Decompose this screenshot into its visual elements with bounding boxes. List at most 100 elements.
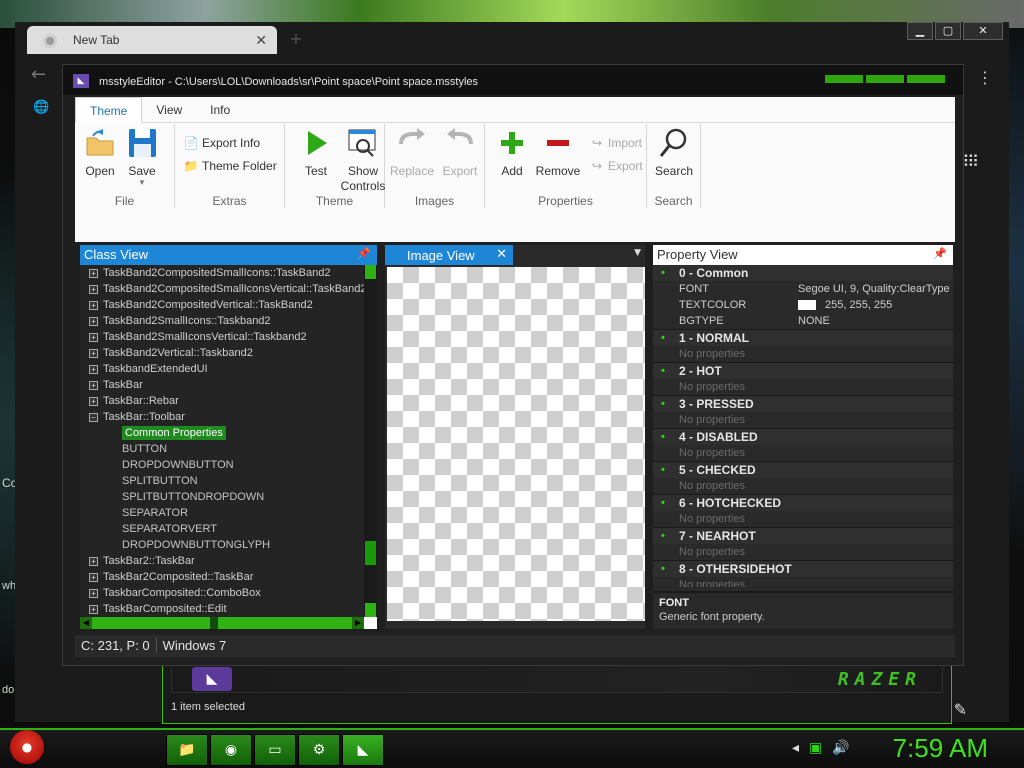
tree-node[interactable]: + TaskBand2Vertical::Taskband2 xyxy=(80,345,364,361)
chrome-icon[interactable]: ◉ xyxy=(210,734,252,766)
browser-menu-icon[interactable]: ⋮ xyxy=(977,68,993,87)
pin-icon[interactable]: 📌 xyxy=(933,247,947,260)
tree-node[interactable]: + TaskBar2Composited::TaskBar xyxy=(80,569,364,585)
volume-icon[interactable]: 🔊 xyxy=(832,740,849,756)
show-controls-button[interactable]: Show Controls xyxy=(335,126,391,194)
image-view-tab[interactable]: Image View ✕ xyxy=(385,245,513,265)
tab-info[interactable]: Info xyxy=(196,97,244,123)
tree-child-node[interactable]: SEPARATORVERT xyxy=(80,521,364,537)
property-group-title[interactable]: • 0 - Common xyxy=(653,265,953,281)
property-row-font[interactable]: FONT Segoe UI, 9, Quality:ClearType xyxy=(653,281,953,297)
tab-view[interactable]: View xyxy=(142,97,196,123)
close-button[interactable] xyxy=(907,75,945,83)
chevron-down-icon[interactable]: ▼ xyxy=(634,248,641,258)
pin-icon[interactable]: 📌 xyxy=(357,247,371,260)
property-row-textcolor[interactable]: TEXTCOLOR 255, 255, 255 xyxy=(653,297,953,313)
new-tab-button[interactable]: + xyxy=(285,30,307,48)
tray-expand-icon[interactable]: ◂ xyxy=(792,740,799,756)
scroll-right-arrow[interactable]: ▶ xyxy=(352,617,364,629)
expand-icon[interactable]: + xyxy=(89,268,98,278)
tree-node[interactable]: + TaskbarComposited::ComboBox xyxy=(80,585,364,601)
tree-node[interactable]: + TaskBar xyxy=(80,377,364,393)
expand-icon[interactable]: + xyxy=(89,604,98,614)
export-property-button[interactable]: ↪ Export xyxy=(589,159,643,173)
expand-icon[interactable]: + xyxy=(89,348,98,358)
scroll-down-arrow[interactable] xyxy=(365,603,376,617)
export-image-button[interactable]: Export xyxy=(435,126,485,179)
search-button[interactable]: Search xyxy=(649,126,699,179)
tree-node[interactable]: + TaskBar::Rebar xyxy=(80,393,364,409)
tree-node[interactable]: + TaskBand2CompositedSmallIconsVertical::… xyxy=(80,281,364,297)
tree-node[interactable]: + TaskBand2CompositedVertical::TaskBand2 xyxy=(80,297,364,313)
expand-icon[interactable]: + xyxy=(89,588,98,598)
minimize-button[interactable] xyxy=(825,75,863,83)
expand-icon[interactable]: + xyxy=(89,284,98,294)
property-group-title[interactable]: • 2 - HOT xyxy=(653,363,953,379)
property-group-title[interactable]: • 3 - PRESSED xyxy=(653,396,953,412)
import-property-button[interactable]: ↪ Import xyxy=(589,136,642,150)
tree-child-node[interactable]: SPLITBUTTON xyxy=(80,473,364,489)
tree-child-node[interactable]: BUTTON xyxy=(80,441,364,457)
remove-property-button[interactable]: Remove xyxy=(531,126,585,179)
expand-icon[interactable]: + xyxy=(89,396,98,406)
app-titlebar[interactable]: ◣ msstyleEditor - C:\Users\LOL\Downloads… xyxy=(63,65,963,95)
scroll-left-arrow[interactable]: ◀ xyxy=(80,617,92,629)
property-group-title[interactable]: • 8 - OTHERSIDEHOT xyxy=(653,561,953,577)
expand-icon[interactable]: + xyxy=(89,300,98,310)
expand-icon[interactable]: + xyxy=(89,380,98,390)
tree-child-node[interactable]: DROPDOWNBUTTONGLYPH xyxy=(80,537,364,553)
expand-icon[interactable]: + xyxy=(89,316,98,326)
property-group-title[interactable]: • 4 - DISABLED xyxy=(653,429,953,445)
system-tool-icon[interactable]: ⚙ xyxy=(298,734,340,766)
scroll-up-arrow[interactable] xyxy=(365,265,376,279)
start-button[interactable]: ● xyxy=(10,730,44,764)
command-prompt-icon[interactable]: ▭ xyxy=(254,734,296,766)
chevron-down-icon[interactable]: ▼ xyxy=(117,179,167,187)
class-tree[interactable]: + TaskBand2CompositedSmallIcons::TaskBand… xyxy=(80,265,364,617)
close-icon[interactable]: ✕ xyxy=(496,246,507,262)
minimize-button[interactable]: ▁ xyxy=(907,22,933,40)
property-row-bgtype[interactable]: BGTYPE NONE xyxy=(653,313,953,329)
taskbar-clock[interactable]: 7:59 AM xyxy=(893,733,988,764)
property-group-title[interactable]: • 5 - CHECKED xyxy=(653,462,953,478)
scrollbar-thumb-h[interactable] xyxy=(210,617,218,629)
network-icon[interactable]: ▣ xyxy=(809,740,822,756)
tab-theme[interactable]: Theme xyxy=(75,97,143,123)
expand-icon[interactable]: + xyxy=(89,332,98,342)
msstyleeditor-file-icon[interactable]: ◣ xyxy=(192,667,232,691)
horizontal-scrollbar[interactable]: ◀ ▶ xyxy=(80,617,364,629)
tree-node[interactable]: + TaskBar2::TaskBar xyxy=(80,553,364,569)
pencil-icon[interactable]: ✎ xyxy=(954,700,967,719)
tree-node[interactable]: + TaskBand2SmallIconsVertical::Taskband2 xyxy=(80,329,364,345)
msstyleeditor-taskbar-icon[interactable]: ◣ xyxy=(342,734,384,766)
expand-icon[interactable]: + xyxy=(89,556,98,566)
tab-close-icon[interactable]: ✕ xyxy=(255,32,267,49)
back-arrow-icon[interactable]: ← xyxy=(31,64,46,85)
tree-child-node[interactable]: SPLITBUTTONDROPDOWN xyxy=(80,489,364,505)
maximize-button[interactable] xyxy=(866,75,904,83)
maximize-button[interactable]: ▢ xyxy=(935,22,961,40)
browser-tab[interactable]: New Tab ✕ xyxy=(27,26,277,54)
test-button[interactable]: Test xyxy=(291,126,341,179)
save-button[interactable]: Save ▼ xyxy=(117,126,167,187)
tree-node[interactable]: + TaskBand2CompositedSmallIcons::TaskBand… xyxy=(80,265,364,281)
tree-child-node[interactable]: DROPDOWNBUTTON xyxy=(80,457,364,473)
scrollbar-thumb[interactable] xyxy=(365,541,376,565)
tree-child-node[interactable]: SEPARATOR xyxy=(80,505,364,521)
tree-child-node[interactable]: Common Properties xyxy=(80,425,364,441)
expand-icon[interactable]: + xyxy=(89,364,98,374)
property-group-title[interactable]: • 7 - NEARHOT xyxy=(653,528,953,544)
property-group-title[interactable]: • 1 - NORMAL xyxy=(653,330,953,346)
tree-node[interactable]: − TaskBar::Toolbar xyxy=(80,409,364,425)
theme-folder-button[interactable]: 📁 Theme Folder xyxy=(183,159,277,173)
tree-node[interactable]: + TaskBand2SmallIcons::Taskband2 xyxy=(80,313,364,329)
replace-button[interactable]: Replace xyxy=(387,126,437,179)
close-button[interactable]: ✕ xyxy=(963,22,1003,40)
explorer-folder-icon[interactable]: 📁 xyxy=(166,734,208,766)
property-group-title[interactable]: • 6 - HOTCHECKED xyxy=(653,495,953,511)
add-property-button[interactable]: Add xyxy=(487,126,537,179)
expand-icon[interactable]: + xyxy=(89,572,98,582)
tree-node[interactable]: + TaskBarComposited::Edit xyxy=(80,601,364,617)
export-info-button[interactable]: 📄 Export Info xyxy=(183,136,261,150)
collapse-icon[interactable]: − xyxy=(89,412,98,422)
